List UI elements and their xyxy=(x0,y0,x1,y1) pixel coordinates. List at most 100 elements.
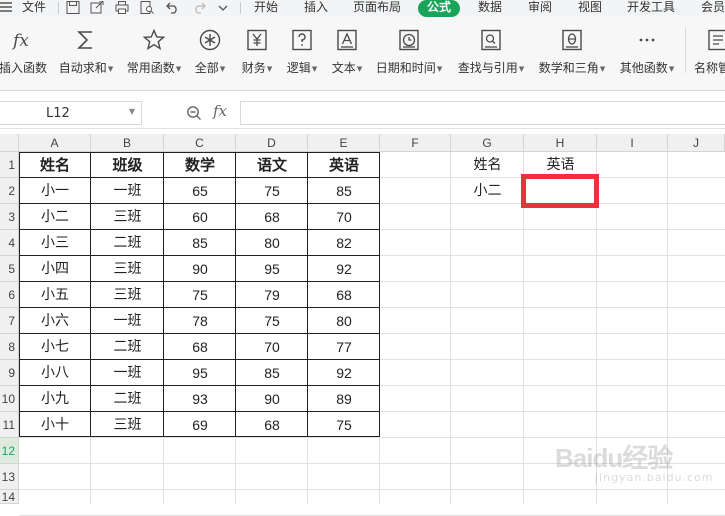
row-header-12[interactable]: 12 xyxy=(0,438,19,464)
row-header-13[interactable]: 13 xyxy=(0,464,19,490)
table-cell-name[interactable]: 小五 xyxy=(19,282,91,308)
table-cell-chinese[interactable]: 75 xyxy=(236,308,308,334)
table-cell-chinese[interactable]: 68 xyxy=(236,204,308,230)
table-cell-math[interactable]: 60 xyxy=(164,204,236,230)
table-cell-english[interactable]: 77 xyxy=(308,334,380,360)
column-header-g[interactable]: G xyxy=(451,134,524,152)
table-cell-math[interactable]: 65 xyxy=(164,178,236,204)
table-cell-english[interactable]: 75 xyxy=(308,412,380,438)
table-cell-class[interactable]: 三班 xyxy=(91,256,164,282)
select-all-corner[interactable] xyxy=(0,134,19,152)
formula-input[interactable] xyxy=(240,101,725,125)
table-cell-name[interactable]: 小七 xyxy=(19,334,91,360)
column-header-h[interactable]: H xyxy=(524,134,597,152)
row-header-6[interactable]: 6 xyxy=(0,282,19,308)
table-cell-chinese[interactable]: 95 xyxy=(236,256,308,282)
row-header-9[interactable]: 9 xyxy=(0,360,19,386)
tab-view[interactable]: 视图 xyxy=(578,0,602,17)
table-cell-class[interactable]: 一班 xyxy=(91,178,164,204)
zoom-icon[interactable] xyxy=(186,105,202,121)
table-cell-name[interactable]: 小三 xyxy=(19,230,91,256)
common-functions-button[interactable]: 常用函数▼ xyxy=(122,17,186,81)
table-cell-class[interactable]: 二班 xyxy=(91,334,164,360)
menu-icon[interactable] xyxy=(0,0,20,17)
table-cell-chinese[interactable]: 79 xyxy=(236,282,308,308)
table-cell-class[interactable]: 一班 xyxy=(91,308,164,334)
table-cell-chinese[interactable]: 85 xyxy=(236,360,308,386)
table-cell-class[interactable]: 二班 xyxy=(91,386,164,412)
column-header-f[interactable]: F xyxy=(380,134,451,152)
fx-icon[interactable]: fx xyxy=(213,102,227,120)
header-cell-english[interactable]: 英语 xyxy=(308,152,380,178)
table-cell-class[interactable]: 三班 xyxy=(91,204,164,230)
table-cell-name[interactable]: 小九 xyxy=(19,386,91,412)
table-cell-chinese[interactable]: 75 xyxy=(236,178,308,204)
column-header-c[interactable]: C xyxy=(164,134,236,152)
date-time-functions-button[interactable]: 日期和时间▼ xyxy=(372,17,446,81)
quick-access-dropdown-icon[interactable] xyxy=(218,1,228,14)
row-header-11[interactable]: 11 xyxy=(0,412,19,438)
financial-functions-button[interactable]: 财务▼ xyxy=(236,17,278,81)
table-cell-math[interactable]: 68 xyxy=(164,334,236,360)
tab-page-layout[interactable]: 页面布局 xyxy=(353,0,401,17)
table-cell-class[interactable]: 三班 xyxy=(91,412,164,438)
table-cell-english[interactable]: 80 xyxy=(308,308,380,334)
tab-member[interactable]: 会员 xyxy=(701,0,725,17)
table-cell-english[interactable]: 92 xyxy=(308,360,380,386)
column-header-b[interactable]: B xyxy=(91,134,164,152)
table-cell-class[interactable]: 一班 xyxy=(91,360,164,386)
table-cell-english[interactable]: 68 xyxy=(308,282,380,308)
table-cell-english[interactable]: 82 xyxy=(308,230,380,256)
print-icon[interactable] xyxy=(115,1,129,14)
table-cell-name[interactable]: 小二 xyxy=(19,204,91,230)
all-functions-button[interactable]: 全部▼ xyxy=(190,17,230,81)
autosum-button[interactable]: 自动求和▼ xyxy=(54,17,118,81)
table-cell-class[interactable]: 二班 xyxy=(91,230,164,256)
lookup-functions-button[interactable]: 查找与引用▼ xyxy=(454,17,528,81)
column-header-e[interactable]: E xyxy=(308,134,380,152)
table-cell-chinese[interactable]: 80 xyxy=(236,230,308,256)
lookup-name-header[interactable]: 姓名 xyxy=(451,152,524,178)
table-cell-math[interactable]: 78 xyxy=(164,308,236,334)
table-cell-name[interactable]: 小一 xyxy=(19,178,91,204)
table-cell-math[interactable]: 69 xyxy=(164,412,236,438)
name-box[interactable]: L12 ▼ xyxy=(0,101,142,125)
row-header-2[interactable]: 2 xyxy=(0,178,19,204)
table-cell-name[interactable]: 小十 xyxy=(19,412,91,438)
row-header-5[interactable]: 5 xyxy=(0,256,19,282)
insert-function-button[interactable]: fx 插入函数 xyxy=(0,17,50,81)
row-header-3[interactable]: 3 xyxy=(0,204,19,230)
table-cell-chinese[interactable]: 68 xyxy=(236,412,308,438)
table-cell-math[interactable]: 85 xyxy=(164,230,236,256)
table-cell-math[interactable]: 93 xyxy=(164,386,236,412)
row-header-8[interactable]: 8 xyxy=(0,334,19,360)
tab-formulas[interactable]: 公式 xyxy=(418,0,461,17)
print-preview-icon[interactable] xyxy=(140,1,154,14)
export-icon[interactable] xyxy=(90,1,104,14)
table-cell-english[interactable]: 92 xyxy=(308,256,380,282)
tab-developer[interactable]: 开发工具 xyxy=(627,0,675,17)
table-cell-english[interactable]: 85 xyxy=(308,178,380,204)
table-cell-name[interactable]: 小八 xyxy=(19,360,91,386)
table-cell-math[interactable]: 75 xyxy=(164,282,236,308)
table-cell-class[interactable]: 三班 xyxy=(91,282,164,308)
undo-icon[interactable] xyxy=(166,1,180,14)
row-header-1[interactable]: 1 xyxy=(0,152,19,178)
table-cell-chinese[interactable]: 70 xyxy=(236,334,308,360)
chevron-down-icon[interactable]: ▼ xyxy=(129,107,135,116)
name-manager-button[interactable]: 名称管 xyxy=(694,17,725,81)
math-trig-functions-button[interactable]: 数学和三角▼ xyxy=(535,17,609,81)
header-cell-chinese[interactable]: 语文 xyxy=(236,152,308,178)
column-header-d[interactable]: D xyxy=(236,134,308,152)
header-cell-class[interactable]: 班级 xyxy=(91,152,164,178)
table-cell-name[interactable]: 小四 xyxy=(19,256,91,282)
lookup-name-value[interactable]: 小二 xyxy=(451,178,524,204)
lookup-result-cell[interactable] xyxy=(524,178,597,204)
row-header-10[interactable]: 10 xyxy=(0,386,19,412)
table-cell-name[interactable]: 小六 xyxy=(19,308,91,334)
column-header-j[interactable]: J xyxy=(668,134,725,152)
tab-insert[interactable]: 插入 xyxy=(304,0,328,17)
tab-review[interactable]: 审阅 xyxy=(528,0,552,17)
header-cell-math[interactable]: 数学 xyxy=(164,152,236,178)
row-header-14[interactable]: 14 xyxy=(0,490,19,504)
